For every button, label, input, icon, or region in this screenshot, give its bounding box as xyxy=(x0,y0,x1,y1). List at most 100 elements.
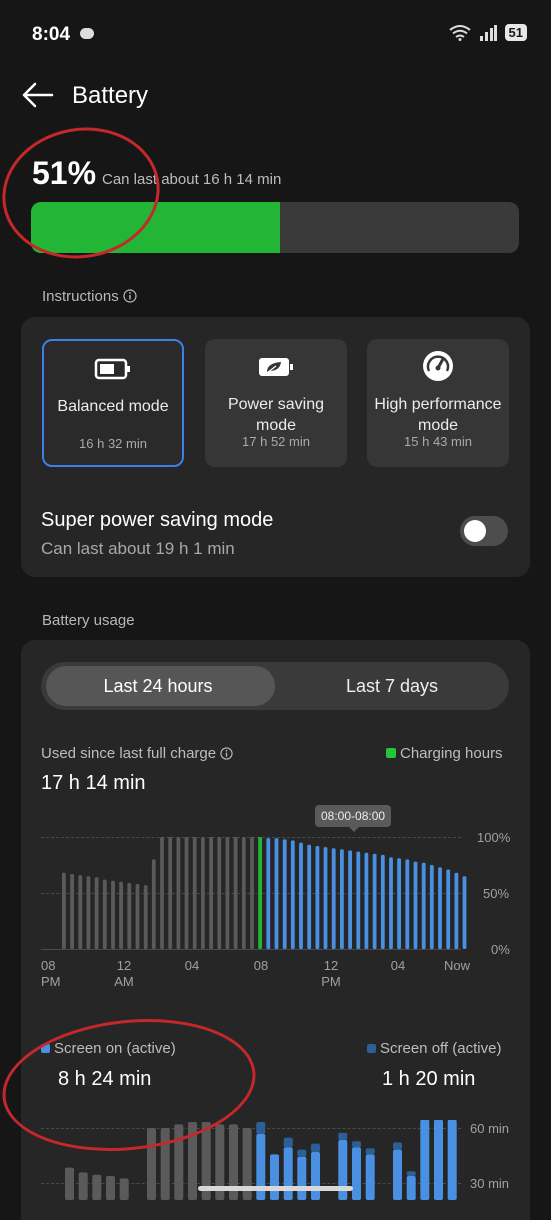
screen-off-bar-20 xyxy=(338,1132,348,1140)
battery-level-bar-11 xyxy=(151,859,156,949)
screen-off-bar-24 xyxy=(393,1142,402,1150)
high-performance-mode-button[interactable]: High performance mode 15 h 43 min xyxy=(367,339,509,467)
battery-level-bar-14 xyxy=(176,837,181,949)
battery-level-bar-21 xyxy=(233,837,238,949)
screen-off-bar-25 xyxy=(406,1171,416,1176)
x-tick-6: Now xyxy=(444,958,471,973)
mode-name: High performance mode xyxy=(374,396,502,434)
screen-off-value: 1 h 20 min xyxy=(382,1068,476,1090)
battery-level-bar-39 xyxy=(380,854,385,949)
screen-off-bar-22 xyxy=(365,1148,375,1155)
charging-legend: Charging hours xyxy=(386,745,503,762)
balanced-mode-button[interactable]: Balanced mode 16 h 32 min xyxy=(42,339,184,467)
battery-level-bar-41 xyxy=(397,858,401,949)
battery-icon xyxy=(94,358,130,380)
chart-tooltip: 08:00-08:00 xyxy=(315,805,392,827)
signal-icon xyxy=(479,24,497,41)
battery-level-bar-18 xyxy=(209,837,213,949)
mode-name: Power saving mode xyxy=(227,396,325,434)
info-icon[interactable] xyxy=(220,747,233,760)
x-tick-0: 08 PM xyxy=(41,958,61,989)
battery-level-bar-26 xyxy=(274,838,279,949)
used-since-label: Used since last full charge xyxy=(41,745,233,762)
status-time: 8:04 xyxy=(32,24,71,45)
toggle-knob xyxy=(464,520,486,542)
x-tick-5: 04 xyxy=(390,958,406,973)
battery-level-bar-47 xyxy=(446,869,451,949)
battery-level-bar-19 xyxy=(217,837,222,949)
screen-on-bar-21 xyxy=(352,1147,361,1200)
screen-off-swatch xyxy=(367,1044,376,1053)
battery-level-bar-20 xyxy=(225,837,230,949)
tab-last-24-hours[interactable]: Last 24 hours xyxy=(41,662,275,710)
speedometer-icon xyxy=(423,351,453,381)
screen-off-bar-14 xyxy=(256,1122,266,1134)
y-tick-0: 0% xyxy=(491,942,510,957)
x-tick-3: 08 xyxy=(253,958,269,973)
screen-off-bar-17 xyxy=(297,1149,307,1157)
back-arrow-icon[interactable] xyxy=(20,80,54,110)
super-saving-toggle[interactable] xyxy=(460,516,508,546)
battery-level-bar-29 xyxy=(299,842,303,949)
battery-level-bar-24 xyxy=(258,837,262,949)
y-tick-50: 50% xyxy=(483,886,510,901)
battery-level-bar-46 xyxy=(438,867,442,949)
screen-on-bar-4 xyxy=(119,1178,129,1200)
mode-time: 17 h 52 min xyxy=(242,434,310,449)
screen-on-bar-26 xyxy=(420,1120,430,1200)
battery-level-bar-4 xyxy=(94,877,99,949)
battery-level-bar-33 xyxy=(331,848,336,949)
battery-level-bar-8 xyxy=(127,882,132,949)
battery-level-bar-7 xyxy=(119,881,123,949)
screen-off-bar-16 xyxy=(283,1137,293,1148)
battery-modes-card: Balanced mode 16 h 32 min Power saving mo… xyxy=(21,317,530,577)
battery-level-bar-16 xyxy=(192,837,197,949)
instructions-label[interactable]: Instructions xyxy=(42,288,137,305)
screen-on-bar-27 xyxy=(434,1120,443,1200)
leaf-battery-icon xyxy=(259,358,293,376)
x-tick-1: 12 AM xyxy=(114,958,134,989)
usage-y-tick-30: 30 min xyxy=(470,1176,510,1191)
battery-level-bar-5 xyxy=(102,879,107,949)
screen-on-bar-16 xyxy=(283,1147,293,1200)
battery-level-bar-49 xyxy=(462,876,467,949)
time-range-selector: Last 24 hours Last 7 days xyxy=(41,662,509,710)
screen-on-bar-25 xyxy=(406,1176,416,1200)
battery-level-bar-40 xyxy=(389,857,393,949)
battery-level-bar-48 xyxy=(454,872,459,949)
charging-legend-swatch xyxy=(386,748,396,758)
mode-time: 16 h 32 min xyxy=(79,436,147,451)
x-tick-2: 04 xyxy=(184,958,200,973)
battery-level-bar-9 xyxy=(135,884,140,949)
mode-name: Balanced mode xyxy=(57,398,169,415)
screen-on-bar-3 xyxy=(106,1176,115,1200)
battery-level-bar-30 xyxy=(307,844,312,949)
battery-level-bar-28 xyxy=(290,840,295,949)
battery-level-bar-10 xyxy=(143,885,148,949)
y-tick-100: 100% xyxy=(477,830,511,845)
battery-level-bar-44 xyxy=(421,862,426,949)
usage-y-tick-60: 60 min xyxy=(470,1121,510,1136)
battery-level-bar-3 xyxy=(86,876,91,949)
screen-on-bar-24 xyxy=(393,1149,402,1200)
power-saving-mode-button[interactable]: Power saving mode 17 h 52 min xyxy=(205,339,347,467)
screen-on-bar-22 xyxy=(365,1154,375,1200)
screen-off-legend: Screen off (active) xyxy=(367,1040,501,1057)
battery-level-bar-17 xyxy=(201,837,205,949)
page-title: Battery xyxy=(72,82,149,109)
battery-level-bar-34 xyxy=(340,849,344,949)
battery-level-bar-45 xyxy=(429,865,434,949)
x-tick-4: 12 PM xyxy=(321,958,341,989)
battery-level-bar-35 xyxy=(348,850,352,949)
used-since-value: 17 h 14 min xyxy=(41,772,146,794)
battery-level-bar-27 xyxy=(282,839,287,949)
battery-level-bar-37 xyxy=(364,852,369,949)
screen-on-bar-17 xyxy=(297,1156,307,1200)
tab-last-7-days[interactable]: Last 7 days xyxy=(275,662,509,710)
battery-level-bar-12 xyxy=(160,837,164,949)
home-indicator[interactable] xyxy=(198,1186,353,1191)
battery-level-bar-42 xyxy=(405,859,410,949)
info-icon[interactable] xyxy=(123,289,137,303)
super-saving-subtitle: Can last about 19 h 1 min xyxy=(41,539,235,558)
super-saving-title[interactable]: Super power saving mode xyxy=(41,509,273,532)
